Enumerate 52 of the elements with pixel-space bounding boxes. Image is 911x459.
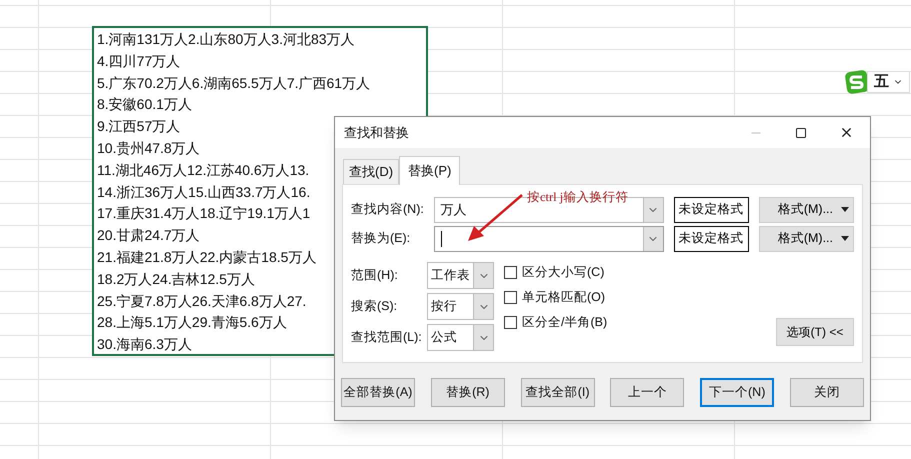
cell-text-line: 14.浙江36万人15.山西33.7万人16. bbox=[97, 182, 310, 202]
dialog-button[interactable]: 全部替换(A) bbox=[341, 378, 415, 407]
cell-text-line: 28.上海5.1万人29.青海5.6万人 bbox=[97, 313, 287, 332]
select-field[interactable]: 公式 bbox=[427, 324, 494, 351]
close-icon[interactable] bbox=[839, 125, 854, 140]
field-label: 替换为(E): bbox=[351, 230, 412, 248]
checkbox-label: 区分全/半角(B) bbox=[522, 314, 608, 331]
cell-text-line: 20.甘肃24.7万人 bbox=[97, 226, 200, 246]
dialog-button[interactable]: 上一个 bbox=[610, 378, 684, 407]
select-field[interactable]: 按行 bbox=[427, 293, 494, 320]
checkbox[interactable] bbox=[504, 290, 517, 304]
cell-text-line: 18.2万人24.吉林12.5万人 bbox=[97, 270, 255, 289]
select-field[interactable]: 工作表 bbox=[427, 262, 494, 289]
checkbox-label: 单元格匹配(O) bbox=[522, 288, 606, 306]
cell-text-line: 10.贵州47.8万人 bbox=[97, 138, 200, 158]
field-label: 查找内容(N): bbox=[351, 201, 425, 218]
cell-text-line: 5.广东70.2万人6.湖南65.5万人7.广西61万人 bbox=[97, 74, 370, 93]
cell-text-line: 21.福建21.8万人22.内蒙古18.5万人 bbox=[97, 248, 316, 267]
cell-text-line: 4.四川77万人 bbox=[97, 52, 180, 71]
text-cursor bbox=[440, 230, 442, 246]
dialog-button[interactable]: 下一个(N) bbox=[700, 378, 774, 407]
cell-text-line: 30.海南6.3万人 bbox=[97, 335, 192, 354]
window-title: 查找和替换 bbox=[344, 124, 409, 142]
tab[interactable]: 查找(D) bbox=[343, 159, 400, 184]
format-button[interactable]: 格式(M)... bbox=[758, 226, 854, 252]
logo-icon bbox=[845, 70, 869, 94]
dialog-button[interactable]: 替换(R) bbox=[430, 378, 505, 407]
cell-text-line: 8.安徽60.1万人 bbox=[97, 95, 192, 114]
cell-text-line: 25.宁夏7.8万人26.天津6.8万人27. bbox=[97, 292, 306, 311]
arrow bbox=[466, 193, 524, 243]
tab[interactable]: 替换(P) bbox=[399, 156, 460, 185]
ime-toolbar[interactable]: 五 bbox=[867, 71, 910, 93]
cell-text-line: 11.湖北46万人12.江苏40.6万人13. bbox=[97, 160, 310, 180]
dropdown-triangle-icon bbox=[841, 236, 849, 241]
option-label: 查找范围(L): bbox=[351, 329, 423, 346]
format-status: 未设定格式 bbox=[674, 226, 749, 252]
cell-text-line: 1.河南131万人2.山东80万人3.河北83万人 bbox=[97, 30, 355, 49]
dropdown-triangle-icon bbox=[841, 207, 849, 212]
options-button[interactable]: 选项(T) << bbox=[776, 318, 854, 346]
checkbox[interactable] bbox=[504, 266, 517, 278]
checkbox-label: 区分大小写(C) bbox=[522, 264, 604, 281]
option-label: 范围(H): bbox=[351, 267, 399, 284]
format-status: 未设定格式 bbox=[674, 196, 749, 222]
maximize-icon[interactable] bbox=[795, 126, 807, 138]
option-label: 搜索(S): bbox=[351, 298, 398, 316]
cell-text-line: 17.重庆31.4万人18.辽宁19.1万人1 bbox=[97, 204, 310, 224]
dialog-button[interactable]: 查找全部(I) bbox=[520, 378, 595, 407]
cell-text-line: 9.江西57万人 bbox=[97, 117, 180, 136]
format-button[interactable]: 格式(M)... bbox=[758, 196, 854, 222]
text-combobox[interactable] bbox=[434, 226, 664, 252]
dialog-button[interactable]: 关闭 bbox=[790, 378, 864, 407]
checkbox[interactable] bbox=[504, 316, 517, 328]
